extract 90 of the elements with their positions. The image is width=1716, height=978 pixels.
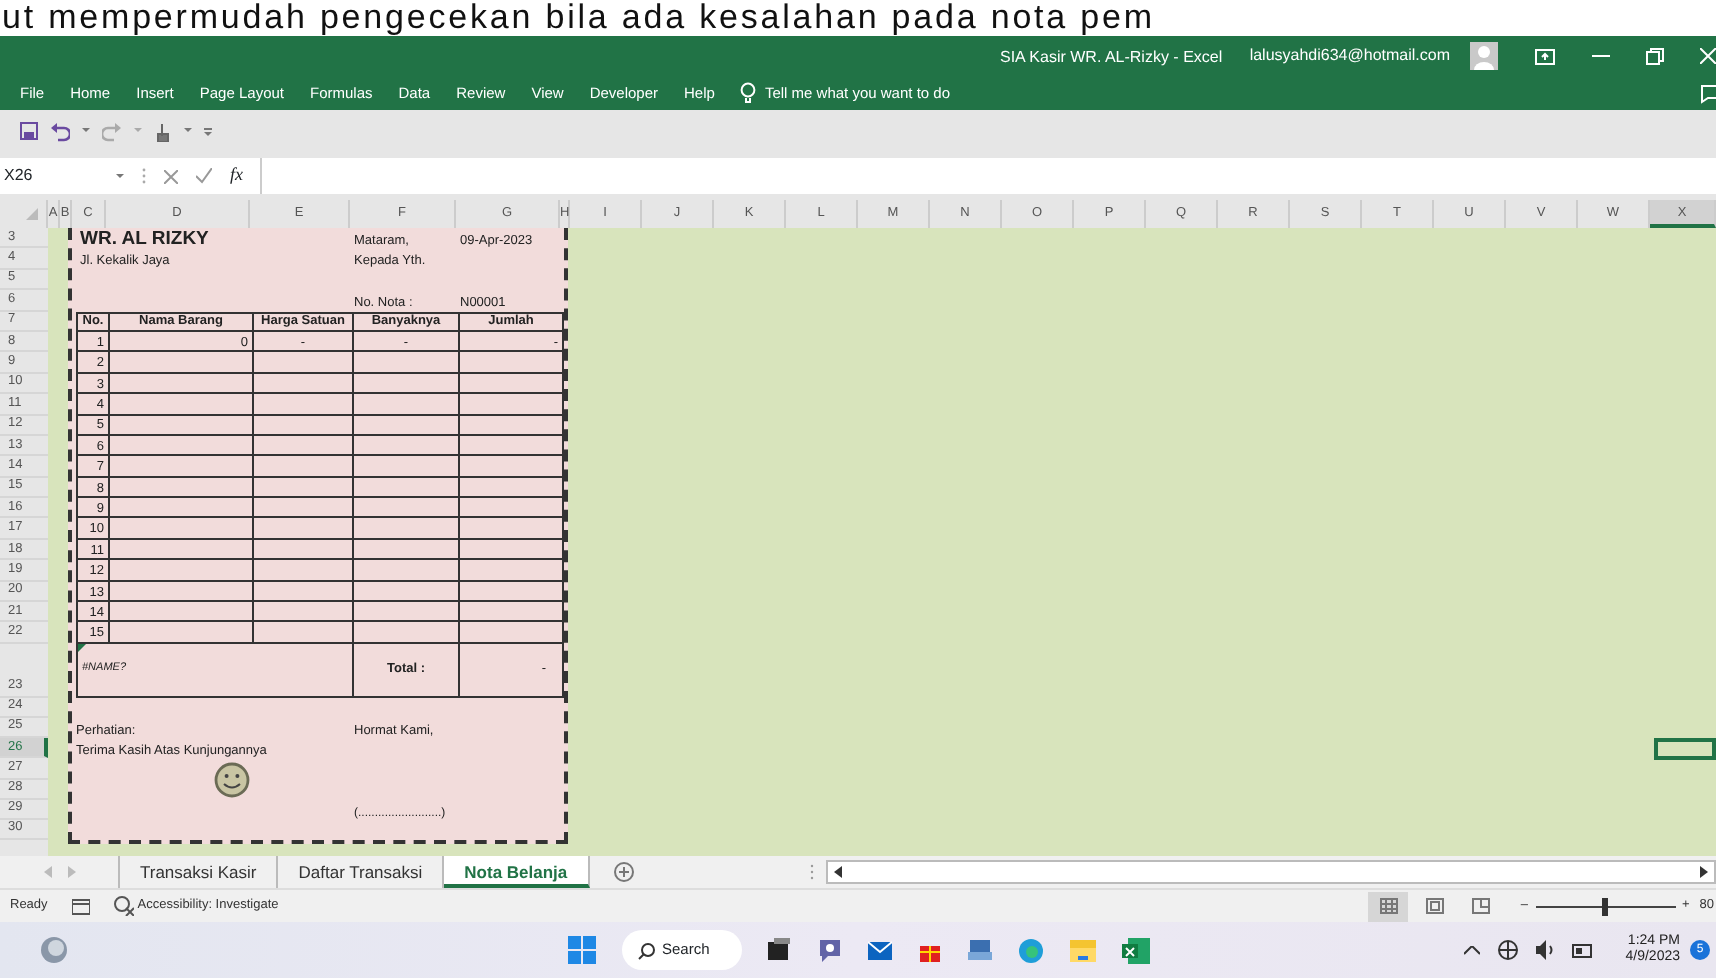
comment-icon[interactable] xyxy=(1700,83,1716,103)
browser-icon[interactable] xyxy=(1018,937,1044,963)
table-cell xyxy=(254,581,354,603)
caption-text: ut mempermudah pengecekan bila ada kesalahan pada nota pem xyxy=(0,0,1157,36)
table-cell xyxy=(354,581,460,603)
table-cell xyxy=(254,352,354,374)
table-cell xyxy=(110,415,254,436)
table-cell xyxy=(110,539,254,561)
table-cell xyxy=(354,394,460,416)
lightbulb-icon[interactable] xyxy=(740,82,757,104)
view-mode-button[interactable] xyxy=(1368,891,1409,921)
table-cell xyxy=(354,373,460,395)
customize-icon[interactable] xyxy=(204,127,212,135)
spreadsheet-app-icon[interactable] xyxy=(1122,937,1150,963)
check-icon[interactable] xyxy=(196,168,212,184)
undo-icon[interactable] xyxy=(50,121,70,141)
table-cell xyxy=(254,415,354,436)
table-cell xyxy=(354,539,460,561)
table-cell xyxy=(354,498,460,519)
table-cell xyxy=(354,456,460,478)
table-cell xyxy=(254,394,354,416)
table-cell xyxy=(354,560,460,582)
account-email[interactable]: lalusyahdi634@hotmail.com xyxy=(1249,44,1450,68)
page-break-view-icon xyxy=(1471,898,1490,914)
table-cell xyxy=(110,394,254,416)
chat-icon[interactable] xyxy=(818,938,842,962)
task-view-icon[interactable] xyxy=(768,938,792,962)
table-cell xyxy=(354,477,460,499)
table-cell xyxy=(110,518,254,540)
computer-icon[interactable] xyxy=(968,938,992,962)
weather-widget-icon[interactable] xyxy=(40,936,68,964)
table-cell xyxy=(354,602,460,623)
table-cell xyxy=(110,602,254,623)
table-cell xyxy=(110,435,254,457)
store-name: WR. AL RIZKY xyxy=(78,228,211,249)
speaker-icon[interactable] xyxy=(1535,940,1554,960)
table-cell xyxy=(354,352,460,374)
touch-mode-icon[interactable] xyxy=(154,121,172,141)
scroll-right-icon[interactable] xyxy=(1700,866,1708,878)
add-sheet-icon[interactable] xyxy=(613,862,634,882)
globe-icon[interactable] xyxy=(1497,940,1518,960)
caret-icon[interactable] xyxy=(82,128,90,134)
macro-record-icon[interactable] xyxy=(71,897,90,915)
normal-view-icon xyxy=(1379,898,1398,914)
error-indicator-icon xyxy=(78,643,86,652)
sheet-tab[interactable]: Nota Belanja xyxy=(444,856,590,888)
page-layout-view-icon xyxy=(1425,898,1444,914)
function-button[interactable]: fx xyxy=(230,162,243,190)
table-cell xyxy=(354,435,460,457)
table-cell xyxy=(254,435,354,457)
scroll-left-icon[interactable] xyxy=(833,866,842,878)
close-icon[interactable] xyxy=(1700,48,1716,64)
search-icon xyxy=(638,941,656,959)
table-cell xyxy=(110,456,254,478)
table-cell xyxy=(254,518,354,540)
save-icon[interactable] xyxy=(20,122,38,140)
table-cell xyxy=(254,560,354,582)
grip-icon xyxy=(809,864,814,880)
table-cell xyxy=(254,539,354,561)
table-cell xyxy=(254,373,354,395)
table-cell xyxy=(254,456,354,478)
table-cell xyxy=(254,498,354,519)
window-title: SIA Kasir WR. AL-Rizky - Excel xyxy=(1000,46,1223,70)
battery-icon[interactable] xyxy=(1571,943,1592,957)
table-cell xyxy=(110,477,254,499)
folder-icon[interactable] xyxy=(1070,937,1096,963)
table-cell xyxy=(110,581,254,603)
table-cell xyxy=(254,602,354,623)
table-cell xyxy=(354,415,460,436)
chevron-up-icon[interactable] xyxy=(1463,945,1480,955)
accessibility-icon[interactable] xyxy=(113,896,134,916)
slider-thumb[interactable] xyxy=(1601,897,1608,915)
ribbon-display-icon[interactable] xyxy=(1534,47,1556,65)
table-cell xyxy=(354,518,460,540)
table-cell xyxy=(110,373,254,395)
horizontal-scrollbar[interactable] xyxy=(825,860,1716,884)
smiley-icon xyxy=(214,761,250,798)
table-cell xyxy=(354,622,460,644)
cancel-icon[interactable] xyxy=(164,169,178,183)
table-cell xyxy=(254,477,354,499)
caret-icon[interactable] xyxy=(116,173,124,179)
table-cell xyxy=(110,498,254,519)
table-cell xyxy=(110,352,254,374)
caret-icon[interactable] xyxy=(184,128,192,134)
selected-cell[interactable] xyxy=(1654,738,1716,760)
table-cell xyxy=(110,560,254,582)
windows-start-icon[interactable] xyxy=(568,936,596,964)
table-cell xyxy=(110,622,254,644)
mail-icon[interactable] xyxy=(868,938,892,962)
restore-icon[interactable] xyxy=(1646,47,1664,65)
